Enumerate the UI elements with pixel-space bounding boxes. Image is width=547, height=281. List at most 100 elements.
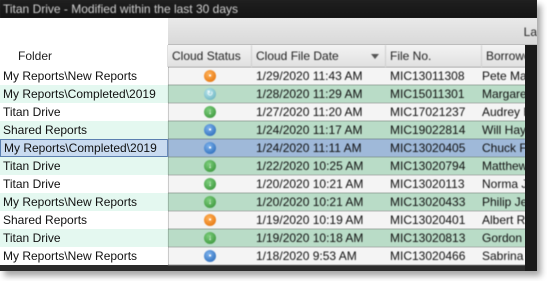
status-glyph: ▪ <box>208 125 212 134</box>
folder-cell[interactable]: Titan Drive <box>0 157 168 175</box>
cloud-status-cell: ↓ <box>168 193 252 211</box>
toolbar-partial-label[interactable]: La <box>524 25 537 39</box>
folder-cell[interactable]: My Reports\New Reports <box>0 67 168 85</box>
cloud-file-date-cell: 1/20/2020 10:21 AM <box>256 195 364 209</box>
table-row[interactable]: My Reports\Completed\2019 ▪ 1/24/2020 11:1… <box>0 139 537 157</box>
cloud-status-cell: ▪ <box>168 139 252 157</box>
folder-cell[interactable]: My Reports\Completed\2019 <box>0 139 168 157</box>
right-edge-shadow <box>525 45 537 271</box>
column-header-file-no[interactable]: File No. <box>386 45 482 67</box>
status-glyph: ▪ <box>208 215 212 224</box>
sort-descending-icon <box>371 54 379 59</box>
cloud-file-date-cell: 1/24/2020 11:17 AM <box>256 123 363 137</box>
teal-cloud-icon: ↻ <box>204 88 216 100</box>
cloud-file-date-cell: 1/27/2020 11:20 AM <box>256 105 363 119</box>
table-row[interactable]: Titan Drive ↓ 1/19/2020 10:18 AM MIC1302081… <box>0 229 537 247</box>
table-row[interactable]: Titan Drive ↓ 1/22/2020 10:25 AM MIC1302079… <box>0 157 537 175</box>
cloud-file-date-cell: 1/28/2020 11:29 AM <box>256 87 363 101</box>
blue-lock-icon: ▪ <box>204 142 216 154</box>
file-no-cell: MIC13020466 <box>390 249 466 263</box>
cloud-status-cell: ▪ <box>168 211 252 229</box>
cloud-file-date-cell: 1/20/2020 10:21 AM <box>256 177 364 191</box>
folder-cell[interactable]: Titan Drive <box>0 175 168 193</box>
folder-column-top-spacer <box>0 18 168 45</box>
row-detail-cells[interactable]: ▪ 1/19/2020 10:19 AM MIC13020401 Albert Ro <box>168 211 537 229</box>
table-row[interactable]: My Reports\New Reports ↓ 1/20/2020 10:21 A… <box>0 193 537 211</box>
cloud-file-date-cell: 1/19/2020 10:19 AM <box>256 213 364 227</box>
column-header-cloud-file-date-label: Cloud File Date <box>256 49 339 63</box>
status-glyph: ↓ <box>208 197 212 206</box>
cloud-file-date-cell: 1/24/2020 11:11 AM <box>256 141 362 155</box>
cloud-status-cell: ▪ <box>168 67 252 85</box>
cloud-file-date-cell: 1/29/2020 11:43 AM <box>256 69 363 83</box>
green-arrow-icon: ↓ <box>204 178 216 190</box>
folder-cell[interactable]: Titan Drive <box>0 229 168 247</box>
folder-cell[interactable]: Shared Reports <box>0 121 168 139</box>
cloud-status-cell: ▪ <box>168 121 252 139</box>
cloud-status-cell: ↓ <box>168 103 252 121</box>
file-grid: Folder Cloud Status Cloud File Date File… <box>0 45 537 271</box>
table-row[interactable]: My Reports\Completed\2019 ↻ 1/28/2020 11:2… <box>0 85 537 103</box>
status-glyph: ↻ <box>206 89 214 98</box>
cloud-status-cell: ▪ <box>168 247 252 265</box>
green-arrow-icon: ↓ <box>204 106 216 118</box>
file-no-cell: MIC15011301 <box>390 87 465 101</box>
status-glyph: ↓ <box>208 107 212 116</box>
file-no-cell: MIC19022814 <box>390 123 466 137</box>
table-row[interactable]: Titan Drive ↓ 1/20/2020 10:21 AM MIC1302011… <box>0 175 537 193</box>
blue-lock-icon: ▪ <box>204 124 216 136</box>
status-glyph: ▪ <box>208 251 212 260</box>
file-no-cell: MIC13020405 <box>390 141 466 155</box>
cloud-file-date-cell: 1/19/2020 10:18 AM <box>256 231 364 245</box>
green-arrow-icon: ↓ <box>204 232 216 244</box>
orange-cloud-icon: ▪ <box>204 70 216 82</box>
file-no-cell: MIC13020401 <box>390 213 466 227</box>
folder-cell[interactable]: My Reports\Completed\2019 <box>0 85 168 103</box>
blue-lock-icon: ▪ <box>204 250 216 262</box>
file-no-cell: MIC13020813 <box>390 231 466 245</box>
row-detail-cells[interactable]: ▪ 1/29/2020 11:43 AM MIC13011308 Pete Ma <box>168 67 537 85</box>
row-detail-cells[interactable]: ▪ 1/24/2020 11:17 AM MIC19022814 Will Hayw <box>168 121 537 139</box>
column-header-folder[interactable]: Folder <box>0 45 168 67</box>
row-detail-cells[interactable]: ↓ 1/19/2020 10:18 AM MIC13020813 Gordon G <box>168 229 537 247</box>
green-arrow-icon: ↓ <box>204 160 216 172</box>
status-glyph: ↓ <box>208 233 212 242</box>
table-row[interactable]: Titan Drive ↓ 1/27/2020 11:20 AM MIC1702123… <box>0 103 537 121</box>
folder-cell[interactable]: Shared Reports <box>0 211 168 229</box>
file-no-cell: MIC13020794 <box>390 159 466 173</box>
folder-cell[interactable]: My Reports\New Reports <box>0 193 168 211</box>
status-glyph: ▪ <box>208 71 212 80</box>
green-arrow-icon: ↓ <box>204 196 216 208</box>
table-row[interactable]: Shared Reports ▪ 1/24/2020 11:17 AM MIC1902… <box>0 121 537 139</box>
folder-cell[interactable]: My Reports\New Reports <box>0 247 168 265</box>
cloud-file-date-cell: 1/22/2020 10:25 AM <box>256 159 364 173</box>
table-row[interactable]: Shared Reports ▪ 1/19/2020 10:19 AM MIC1302… <box>0 211 537 229</box>
column-header-cloud-file-date[interactable]: Cloud File Date <box>252 45 386 67</box>
app-window: Titan Drive - Modified within the last 3… <box>0 0 537 271</box>
cloud-status-cell: ↻ <box>168 85 252 103</box>
cloud-file-date-cell: 1/18/2020 9:53 AM <box>256 249 357 263</box>
file-no-cell: MIC13020113 <box>390 177 465 191</box>
row-detail-cells[interactable]: ↓ 1/27/2020 11:20 AM MIC17021237 Audrey H <box>168 103 537 121</box>
orange-lock-icon: ▪ <box>204 214 216 226</box>
row-detail-cells[interactable]: ↓ 1/20/2020 10:21 AM MIC13020433 Philip Jef <box>168 193 537 211</box>
row-detail-cells[interactable]: ↻ 1/28/2020 11:29 AM MIC15011301 Margaret <box>168 85 537 103</box>
cloud-status-cell: ↓ <box>168 175 252 193</box>
file-no-cell: MIC13020433 <box>390 195 466 209</box>
row-detail-cells[interactable]: ▪ 1/24/2020 11:11 AM MIC13020405 Chuck Fin <box>168 139 537 157</box>
row-detail-cells[interactable]: ▪ 1/18/2020 9:53 AM MIC13020466 Sabrina S <box>168 247 537 265</box>
grid-header: Folder Cloud Status Cloud File Date File… <box>0 45 537 67</box>
column-header-cloud-status[interactable]: Cloud Status <box>168 45 252 67</box>
status-glyph: ▪ <box>208 143 212 152</box>
file-no-cell: MIC13011308 <box>390 69 465 83</box>
cloud-status-cell: ↓ <box>168 229 252 247</box>
table-row[interactable]: My Reports\New Reports ▪ 1/18/2020 9:53 AM… <box>0 247 537 265</box>
status-glyph: ↓ <box>208 179 212 188</box>
file-no-cell: MIC17021237 <box>390 105 466 119</box>
status-glyph: ↓ <box>208 161 212 170</box>
row-detail-cells[interactable]: ↓ 1/22/2020 10:25 AM MIC13020794 Matthew <box>168 157 537 175</box>
table-row[interactable]: My Reports\New Reports ▪ 1/29/2020 11:43 A… <box>0 67 537 85</box>
row-detail-cells[interactable]: ↓ 1/20/2020 10:21 AM MIC13020113 Norma Je <box>168 175 537 193</box>
folder-cell[interactable]: Titan Drive <box>0 103 168 121</box>
cloud-status-cell: ↓ <box>168 157 252 175</box>
